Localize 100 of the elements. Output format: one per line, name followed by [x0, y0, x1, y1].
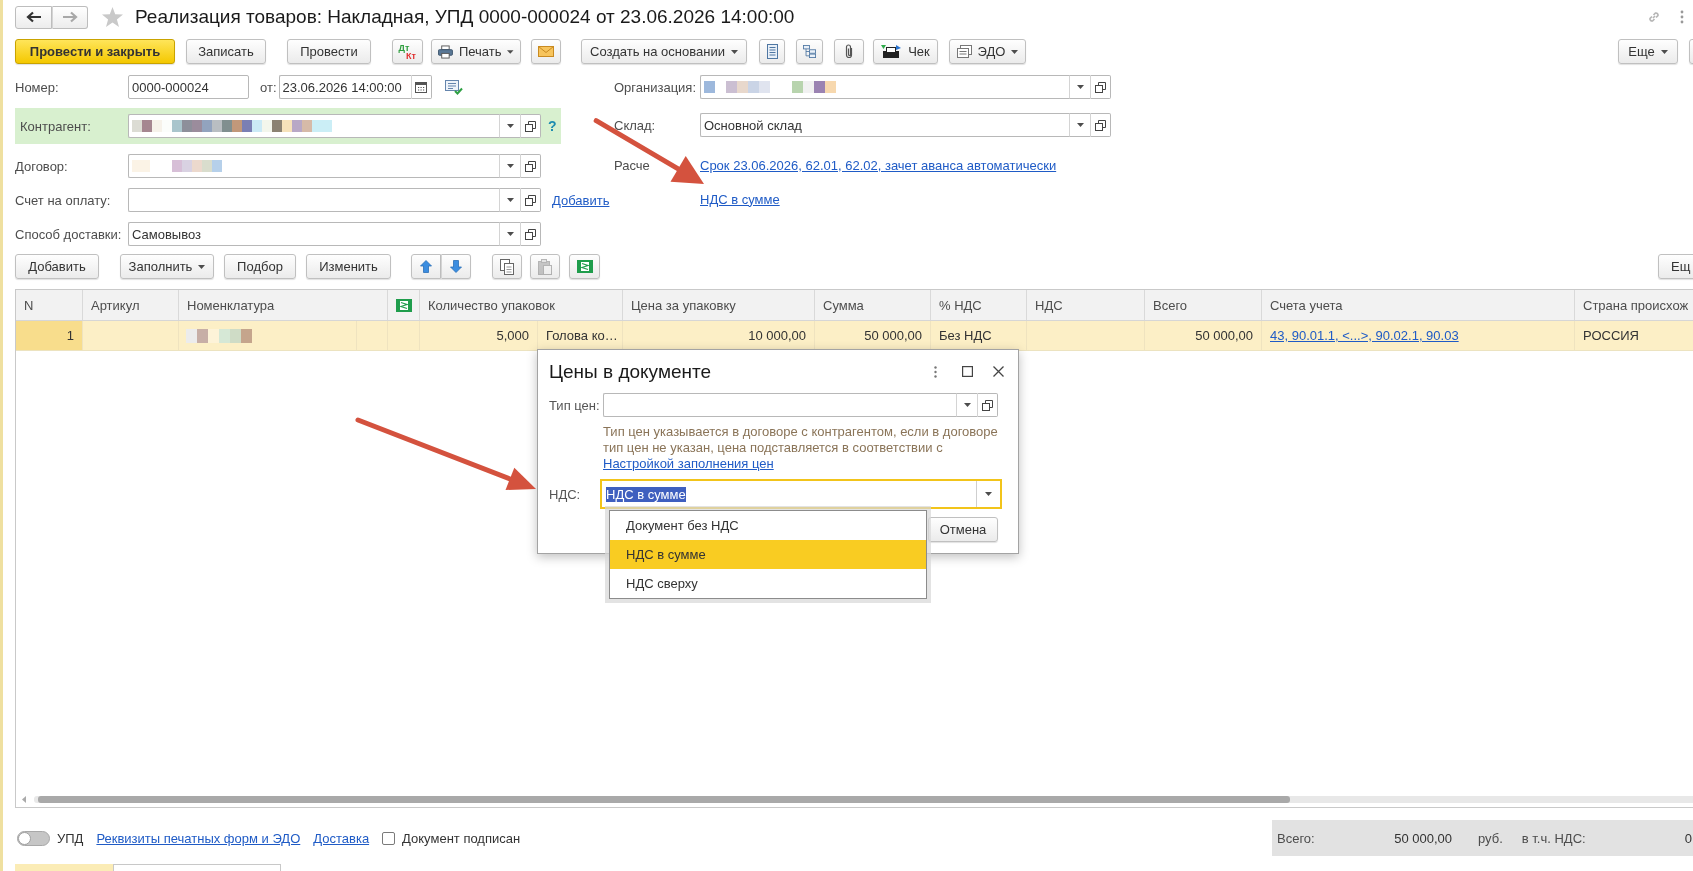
caret-icon	[985, 492, 992, 496]
scrollbar-thumb[interactable]	[38, 796, 1290, 803]
field-label: Номер:	[15, 79, 59, 95]
invoice-field[interactable]	[128, 188, 499, 212]
open-button[interactable]	[1090, 113, 1111, 137]
dropdown-button[interactable]	[956, 393, 977, 417]
note-check-icon[interactable]	[444, 79, 463, 95]
more-button[interactable]: Еще	[1618, 39, 1678, 64]
table-row[interactable]: 1 5,000 Голова ко… 10 000,00 50 000,00 Без НДС 50 000,00 43, 90.01.1, <...>, 90.02.1, 90.03 РОССИЯ	[16, 321, 1693, 351]
open-button[interactable]	[520, 188, 541, 212]
price-type-field[interactable]	[603, 393, 956, 417]
organization-field[interactable]	[700, 75, 1069, 99]
add-button[interactable]: Добавить	[15, 254, 99, 279]
horizontal-scrollbar[interactable]	[34, 796, 1693, 803]
dropdown-button[interactable]	[1069, 113, 1090, 137]
field-label: Договор:	[15, 158, 68, 174]
field-label: Организация:	[614, 79, 697, 95]
ledger-button[interactable]: Дт Кт	[392, 39, 423, 64]
arrow-up-icon	[420, 260, 432, 273]
caret-icon	[506, 232, 514, 236]
field-label: Контрагент:	[20, 118, 91, 134]
footer-link[interactable]: Реквизиты печатных форм и ЭДО	[96, 830, 301, 846]
stamp-icon	[576, 260, 593, 273]
fill-button[interactable]: Заполнить	[120, 254, 214, 279]
more-icon[interactable]	[934, 365, 937, 378]
caret-icon	[963, 403, 971, 407]
arrow-right-icon	[62, 11, 78, 23]
attach-button[interactable]	[834, 39, 864, 64]
number-field[interactable]: 0000-000024	[128, 75, 249, 99]
toggle-switch[interactable]	[17, 830, 50, 846]
delivery-field[interactable]: Самовывоз	[128, 222, 499, 246]
structure-button[interactable]	[796, 39, 823, 64]
more-icon[interactable]	[1680, 10, 1684, 24]
warehouse-field[interactable]: Основной склад	[700, 113, 1069, 137]
create-based-on-button[interactable]: Создать на основании	[581, 39, 747, 64]
accounts-link[interactable]: 43, 90.01.1, <...>, 90.02.1, 90.03	[1270, 328, 1459, 343]
total-amount: 50 000,00	[1393, 830, 1452, 846]
caret-icon	[730, 49, 738, 54]
counterparty-field[interactable]	[128, 114, 499, 138]
dropdown-button[interactable]	[1069, 75, 1090, 99]
date-field[interactable]: 23.06.2026 14:00:00	[278, 75, 411, 99]
overlapping-squares-icon	[525, 120, 536, 132]
dropdown-button[interactable]	[499, 114, 520, 138]
settlements-link[interactable]: Срок 23.06.2026, 62.01, 62.02, зачет аванса автоматически	[700, 157, 1057, 173]
open-button[interactable]	[1090, 75, 1111, 99]
dropdown-button[interactable]	[499, 222, 520, 246]
dropdown-option[interactable]: Документ без НДС	[610, 511, 926, 540]
contract-field[interactable]	[128, 154, 499, 178]
input-field[interactable]	[113, 864, 281, 871]
add-link[interactable]: Добавить	[552, 192, 610, 208]
caret-icon	[1076, 123, 1084, 127]
open-button[interactable]	[520, 222, 541, 246]
move-up-button[interactable]	[411, 254, 441, 279]
list-button[interactable]	[759, 39, 785, 64]
copy-button[interactable]	[492, 254, 522, 279]
print-button[interactable]: Печать	[431, 39, 521, 64]
close-icon[interactable]	[993, 366, 1004, 377]
list-icon	[766, 44, 778, 59]
move-down-button[interactable]	[441, 254, 471, 279]
hint-text: Тип цен указывается в договоре с контрагентом, если в договоре тип цен не указан, цена подставляется в соответствии с Настройкой заполнения цен	[603, 424, 999, 472]
open-button[interactable]	[977, 393, 998, 417]
edo-button[interactable]: ЭДО	[949, 39, 1026, 64]
table-cell: РОССИЯ	[1575, 321, 1693, 350]
column-header: Сумма	[815, 290, 931, 320]
more-button[interactable]: Ещ	[1658, 254, 1693, 279]
stamp-button[interactable]	[569, 254, 600, 279]
email-button[interactable]	[531, 39, 561, 64]
dropdown-button[interactable]	[499, 154, 520, 178]
calendar-icon	[415, 81, 427, 93]
star-icon[interactable]	[101, 6, 124, 28]
dropdown-option[interactable]: НДС сверху	[610, 569, 926, 598]
paperclip-icon	[844, 44, 854, 59]
currency-label: руб.	[1478, 830, 1503, 846]
receipt-button[interactable]: Чек	[873, 39, 938, 64]
dropdown-option[interactable]: НДС в сумме	[610, 540, 926, 569]
cancel-button[interactable]: Отмена	[928, 517, 998, 542]
footer-link[interactable]: Доставка	[313, 830, 370, 846]
open-button[interactable]	[520, 154, 541, 178]
overlapping-squares-icon	[525, 228, 536, 240]
pick-button[interactable]: Подбор	[224, 254, 296, 279]
dropdown-button[interactable]	[499, 188, 520, 212]
open-button[interactable]	[520, 114, 541, 138]
field-label: НДС:	[549, 486, 581, 502]
post-and-close-button[interactable]: Провести и закрыть	[15, 39, 175, 64]
column-header: Страна происхож	[1575, 290, 1693, 320]
hierarchy-icon	[803, 44, 816, 59]
scroll-left-icon[interactable]	[22, 796, 26, 803]
maximize-icon[interactable]	[962, 366, 973, 377]
post-button[interactable]: Провести	[287, 39, 371, 64]
column-header: Артикул	[83, 290, 179, 320]
calendar-button[interactable]	[410, 75, 432, 99]
change-button[interactable]: Изменить	[306, 254, 391, 279]
vat-link[interactable]: НДС в сумме	[700, 191, 780, 207]
price-settings-link[interactable]: Настройкой заполнения цен	[603, 456, 774, 471]
caret-icon	[1660, 49, 1668, 54]
save-button[interactable]: Записать	[186, 39, 266, 64]
vat-field[interactable]: НДС в сумме	[600, 479, 1002, 509]
envelope-icon	[538, 46, 554, 57]
checkbox[interactable]	[382, 831, 396, 845]
back-button[interactable]	[15, 5, 52, 29]
